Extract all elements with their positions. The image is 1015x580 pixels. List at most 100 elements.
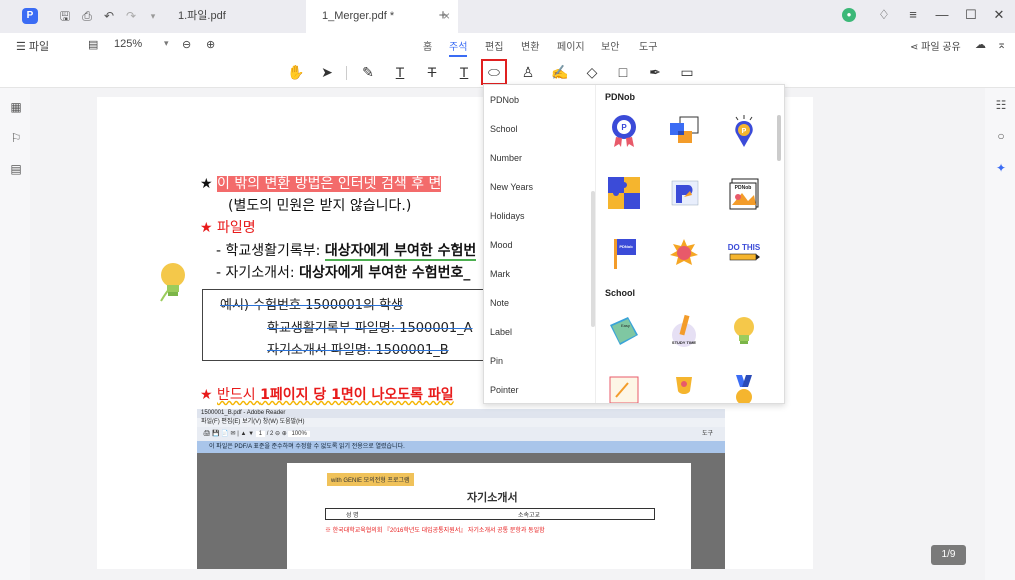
sticker-grid-scrollbar[interactable] [777,115,781,161]
signature-tool-icon[interactable]: ✍ [551,63,569,81]
menu-bar: ☰ 파일 ▤ 125% ▾ ⊖ ⊕ 홈 주석 편집 변환 페이지 보안 도구 ⋖… [0,33,1015,57]
page-view-icon[interactable]: ▤ [88,38,98,51]
zoom-select[interactable]: 125% [114,38,142,50]
toolbar-divider [346,66,347,80]
section-header-school: School [605,288,636,298]
zoom-dropdown-icon[interactable]: ▾ [164,38,169,49]
menu-icon[interactable]: ≡ [905,7,921,22]
sticker-puzzle[interactable] [606,175,642,211]
maximize-icon[interactable]: ☐ [963,7,979,23]
embed-paper: with GENIE 모의전형 프로그램 자기소개서 성 명 소속고교 ※ 한국… [287,463,691,569]
collapse-ribbon-icon[interactable]: ⌅ [997,38,1006,51]
sticker-book[interactable]: Easy [606,313,642,349]
chevron-down-icon[interactable]: ▾ [146,9,160,23]
category-new-years[interactable]: New Years [490,182,533,192]
left-sidebar: ▦ ⚐ ▤ [0,88,30,580]
underline-tool-icon[interactable]: T [391,63,409,81]
sticker-trophy[interactable] [666,373,702,403]
save-icon[interactable]: 🖫 [58,9,72,23]
print-icon[interactable]: ⎙ [80,9,94,23]
category-pdnob[interactable]: PDNob [490,95,519,105]
share-button[interactable]: ⋖ 파일 공유 [910,38,961,53]
sticker-map-pin[interactable]: P [726,113,762,149]
comments-icon[interactable]: ▤ [9,162,23,176]
shape-tool-icon[interactable]: □ [614,63,632,81]
category-pin[interactable]: Pin [490,356,503,366]
embed-info-bar: 이 파일은 PDF/A 표준을 준수하며 수정할 수 없도록 읽기 전용으로 열… [197,441,725,453]
tab-label: 1_Merger.pdf * [322,10,395,22]
tab-page[interactable]: 페이지 [557,38,585,53]
redo-icon[interactable]: ↷ [124,9,138,23]
tab-security[interactable]: 보안 [601,38,619,53]
bell-icon[interactable]: ♢ [876,7,892,23]
sticker-squares[interactable] [666,113,702,149]
tab-label: 1.파일.pdf [178,10,226,22]
tab-annotate[interactable]: 주석 [449,38,468,57]
zoom-out-icon[interactable]: ⊖ [182,38,191,51]
sticker-logo-card[interactable] [666,175,702,211]
pen-tool-icon[interactable]: ✒ [646,63,664,81]
ai-sparkle-icon[interactable]: ✦ [994,161,1008,175]
embed-note: ※ 한국대학교육협의회 『2016학년도 대입공통지원서』 자기소개서 공통 문… [325,528,545,534]
sticker-starburst[interactable] [666,235,702,271]
new-tab-button[interactable]: + [436,8,450,23]
file-menu[interactable]: ☰ 파일 [16,38,49,54]
embed-title: 1500001_B.pdf - Adobe Reader [197,409,725,418]
embedded-screenshot: 1500001_B.pdf - Adobe Reader 파일(F) 편집(E)… [197,409,725,569]
minimize-icon[interactable]: — [934,7,950,22]
highlight-tool-icon[interactable]: ✎ [359,63,377,81]
sticker-pdnob-book[interactable]: PDNob [726,175,762,211]
category-number[interactable]: Number [490,153,522,163]
sticker-lightbulb[interactable] [726,313,762,349]
svg-text:PDNob: PDNob [619,244,633,249]
strikethrough-tool-icon[interactable]: T [423,63,441,81]
tab-tools[interactable]: 도구 [639,38,657,53]
sticker-easel[interactable] [606,373,642,403]
select-tool-icon[interactable]: ➤ [318,63,336,81]
doc-line-6: ★ 반드시 1페이지 당 1면이 나오도록 파일 [200,387,454,403]
example-line-1: 예시) 수험번호 1500001의 학생 [220,298,404,313]
svg-text:Easy: Easy [621,323,630,328]
category-note[interactable]: Note [490,298,509,308]
sticker-badge[interactable]: P [606,113,642,149]
tab-file1[interactable]: 1.파일.pdf [170,0,306,33]
doc-line-3: ★ 파일명 [200,220,256,236]
zoom-in-icon[interactable]: ⊕ [206,38,215,51]
stamp-tool-icon[interactable]: ♙ [519,63,537,81]
category-label[interactable]: Label [490,327,512,337]
category-holidays[interactable]: Holidays [490,211,525,221]
embed-doc-title: 자기소개서 [467,491,518,504]
section-header-pdnob: PDNob [605,92,635,102]
right-sidebar: ☷ ○ ✦ [985,88,1015,580]
cloud-icon[interactable]: ☁ [975,38,986,51]
doc-line-1: ★ 이 밖의 변환 방법은 인터넷 검색 후 변 [200,176,442,192]
sticker-do-this[interactable]: DO THIS [726,235,762,271]
app-logo-icon[interactable]: P [22,8,38,24]
tab-convert[interactable]: 변환 [521,38,539,53]
tab-home[interactable]: 홈 [423,38,432,53]
eraser-tool-icon[interactable]: ◇ [583,63,601,81]
sticker-tool-icon[interactable]: ⬭ [481,59,507,85]
bookmark-icon[interactable]: ⚐ [9,131,23,145]
thumbnails-icon[interactable]: ▦ [9,100,23,114]
svg-text:PDNob: PDNob [735,185,752,191]
category-school[interactable]: School [490,124,518,134]
category-mark[interactable]: Mark [490,269,510,279]
undo-icon[interactable]: ↶ [102,9,116,23]
hand-tool-icon[interactable]: ✋ [287,63,305,81]
category-pointer[interactable]: Pointer [490,385,519,395]
category-scrollbar[interactable] [591,191,595,327]
example-line-2: 학교생활기록부 파일명: 1500001_A [267,321,473,336]
category-mood[interactable]: Mood [490,240,513,250]
sticker-medal[interactable] [726,373,762,403]
properties-icon[interactable]: ☷ [994,98,1008,112]
squiggly-tool-icon[interactable]: T [455,63,473,81]
avatar[interactable]: ● [842,8,856,22]
sticker-flag[interactable]: PDNob [606,235,642,271]
comment-tool-icon[interactable]: ▭ [678,63,696,81]
tab-edit[interactable]: 편집 [485,38,503,53]
sticker-study-time[interactable]: STUDY TIME [666,313,702,349]
close-window-icon[interactable]: ✕ [991,7,1007,23]
search-icon[interactable]: ○ [994,129,1008,143]
lightbulb-sticker[interactable] [157,261,189,303]
